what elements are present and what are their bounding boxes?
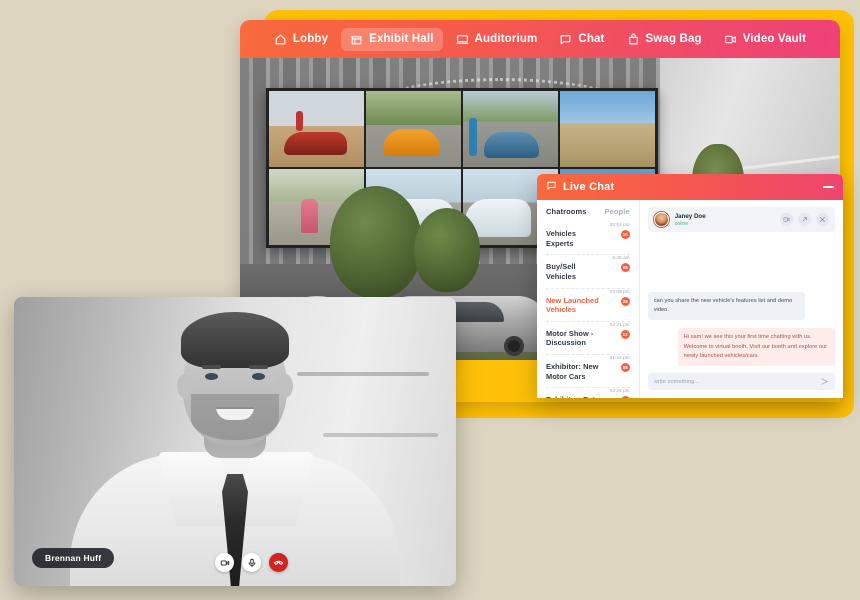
minimize-button[interactable]: [823, 185, 834, 189]
nav-label: Chat: [578, 33, 605, 45]
participant-ear: [177, 374, 193, 398]
video-wall-cell: [560, 91, 655, 167]
end-call-icon[interactable]: [269, 553, 288, 572]
chatroom-unread-badge: 16: [620, 396, 630, 398]
chatroom-name: New Launched Vehicles: [546, 295, 599, 315]
message-bubble-outgoing: Hi sam! we see this your first time chat…: [677, 328, 835, 366]
nav-item-auditorium[interactable]: Auditorium: [447, 28, 547, 51]
participant-eyebrow: [202, 365, 221, 369]
chatroom-item[interactable]: 5:45 am Buy/Sell Vehicles 05: [546, 255, 630, 289]
send-arrow-icon[interactable]: [820, 373, 829, 391]
chat-icon: [559, 33, 572, 46]
chatroom-item[interactable]: 03:25 pm Exhibitor: Beta International 1…: [546, 388, 630, 398]
nav-item-exhibit-hall[interactable]: Exhibit Hall: [341, 27, 443, 51]
live-chat-panel: Live Chat Chatrooms People 02:51 pm Vehi…: [537, 174, 843, 398]
nav-label: Lobby: [292, 33, 329, 45]
chatroom-time: 02:51 pm: [609, 222, 630, 227]
video-call-panel: Brennan Huff: [14, 297, 456, 586]
chatroom-name: Buy/Sell Vehicles: [546, 262, 576, 281]
chatroom-unread-badge: 08: [620, 363, 630, 372]
conversation-pane: Janey Doe online can you share the new v…: [640, 200, 843, 398]
chatroom-unread-badge: 05: [620, 263, 630, 273]
chatroom-sidebar: Chatrooms People 02:51 pm Vehicles Exper…: [537, 200, 640, 398]
nav-item-video-vault[interactable]: Video Vault: [715, 28, 815, 51]
nav-label: Exhibit Hall: [369, 33, 434, 45]
peer-name: Janey Doe: [674, 212, 706, 220]
nav-label: Auditorium: [474, 33, 538, 45]
chatroom-item[interactable]: 02:51 pm Vehicles Experts 10: [546, 222, 630, 256]
participant-ear: [277, 374, 293, 398]
home-icon: [274, 33, 287, 46]
chatroom-item-active[interactable]: 03:08 pm New Launched Vehicles 26: [546, 289, 630, 322]
chatroom-item[interactable]: 02:31 pm Motor Show - Discussion 12: [546, 322, 630, 355]
live-chat-title: Live Chat: [563, 181, 615, 193]
nav-item-chat[interactable]: Chat: [550, 28, 613, 51]
video-wall-cell: [366, 91, 461, 167]
chatroom-time: 02:31 pm: [609, 321, 630, 327]
chatroom-time: 03:08 pm: [609, 288, 630, 294]
chatroom-time: 01:44 pm: [609, 355, 630, 360]
mic-icon[interactable]: [242, 553, 261, 572]
chatroom-name: Exhibitor: Beta International: [546, 395, 630, 398]
participant-eye: [252, 373, 265, 380]
participant-eye: [205, 373, 218, 380]
peer-status: online: [674, 220, 689, 227]
chatroom-item[interactable]: 01:44 pm Exhibitor: New Motor Cars 08: [546, 355, 630, 389]
tab-chatrooms[interactable]: Chatrooms: [546, 207, 587, 216]
chatroom-name: Vehicles Experts: [546, 229, 576, 248]
nav-label: Swag Bag: [645, 33, 702, 45]
avatar: [653, 212, 669, 227]
chatroom-unread-badge: 26: [620, 296, 630, 306]
decor-tree: [330, 186, 422, 298]
live-chat-header: Live Chat: [537, 174, 843, 200]
main-navbar: Lobby Exhibit Hall Auditorium Chat Swag: [240, 20, 840, 58]
chat-tabs: Chatrooms People: [537, 207, 639, 222]
tab-people[interactable]: People: [605, 207, 630, 216]
pin-icon[interactable]: [798, 213, 811, 226]
chatroom-time: 03:25 pm: [609, 388, 630, 394]
chatroom-name: Motor Show - Discussion: [546, 328, 594, 348]
chatroom-name: Exhibitor: New Motor Cars: [546, 362, 599, 381]
live-chat-body: Chatrooms People 02:51 pm Vehicles Exper…: [537, 200, 843, 398]
nav-label: Video Vault: [742, 33, 807, 45]
peer-meta: Janey Doe online: [675, 213, 706, 227]
message-composer[interactable]: [647, 373, 835, 391]
peer-header: Janey Doe online: [647, 207, 835, 232]
background-shelf: [296, 372, 430, 377]
monitor-icon: [456, 33, 469, 46]
peer-actions: [780, 213, 829, 226]
chatroom-time: 5:45 am: [612, 255, 630, 261]
chatroom-unread-badge: 12: [620, 329, 630, 339]
participant-name-badge: Brennan Huff: [32, 548, 115, 568]
participant-hair: [181, 312, 289, 368]
participant-eyebrow: [249, 365, 268, 369]
chat-bubble-icon: [546, 178, 557, 196]
camera-icon[interactable]: [215, 553, 234, 572]
video-call-icon[interactable]: [780, 213, 793, 226]
message-bubble-incoming: can you share the new vehicle's features…: [647, 291, 806, 321]
call-controls: [215, 553, 288, 572]
storefront-icon: [350, 33, 363, 46]
chatroom-unread-badge: 10: [620, 230, 630, 239]
nav-item-swag-bag[interactable]: Swag Bag: [618, 28, 711, 51]
background-shelf: [323, 432, 439, 437]
nav-item-lobby[interactable]: Lobby: [265, 28, 337, 51]
message-input[interactable]: [653, 378, 816, 385]
chatroom-list[interactable]: 02:51 pm Vehicles Experts 10 5:45 am Buy…: [537, 222, 639, 398]
close-icon[interactable]: [816, 213, 829, 226]
video-icon: [724, 33, 737, 46]
decor-tree: [414, 208, 480, 292]
video-wall-cell: [269, 91, 364, 167]
video-wall-cell: [463, 91, 558, 167]
message-list: can you share the new vehicle's features…: [647, 232, 835, 366]
bag-icon: [627, 33, 640, 46]
